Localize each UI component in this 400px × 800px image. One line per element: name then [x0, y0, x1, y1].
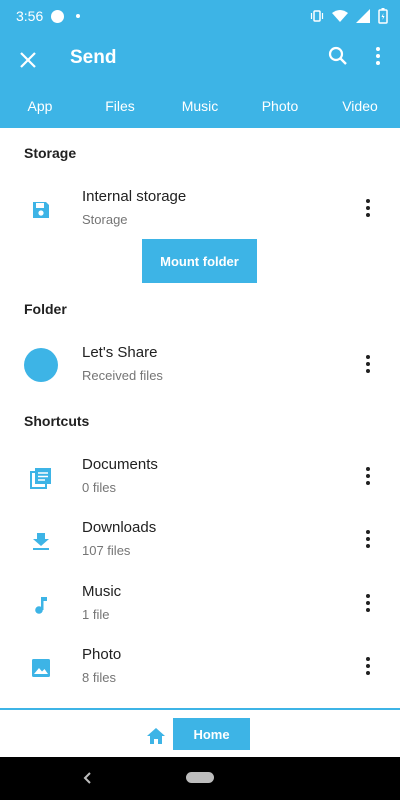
app-bar: Send App Files Music Photo Video	[0, 32, 400, 128]
item-primary-text: Internal storage	[82, 188, 187, 205]
system-nav-bar	[0, 757, 400, 800]
tab-app[interactable]: App	[0, 92, 80, 122]
section-title-shortcuts: Shortcuts	[24, 413, 90, 429]
list-item-downloads[interactable]: Downloads 107 files	[0, 511, 400, 569]
status-time: 3:56	[16, 8, 44, 24]
item-secondary-text: Storage	[82, 212, 128, 227]
signal-icon	[356, 9, 370, 23]
tab-bar: App Files Music Photo Video	[0, 92, 400, 122]
sd-storage-icon	[26, 195, 56, 225]
close-icon[interactable]	[14, 46, 42, 74]
documents-icon	[26, 463, 56, 493]
vibrate-icon	[310, 10, 324, 22]
item-primary-text: Photo	[82, 646, 122, 663]
folder-avatar-icon	[24, 348, 58, 382]
home-icon[interactable]	[146, 726, 166, 746]
item-menu-icon[interactable]	[356, 352, 380, 376]
list-item-lets-share[interactable]: Let's Share Received files	[0, 336, 400, 394]
back-icon[interactable]	[80, 770, 96, 786]
item-menu-icon[interactable]	[356, 654, 380, 678]
home-button[interactable]: Home	[173, 718, 250, 750]
home-pill-icon[interactable]	[186, 772, 214, 783]
list-item-documents[interactable]: Documents 0 files	[0, 448, 400, 506]
tab-video[interactable]: Video	[320, 92, 400, 122]
item-menu-icon[interactable]	[356, 196, 380, 220]
photo-icon	[26, 653, 56, 683]
item-menu-icon[interactable]	[356, 464, 380, 488]
item-menu-icon[interactable]	[356, 591, 380, 615]
list-item-music[interactable]: Music 1 file	[0, 575, 400, 633]
battery-icon	[378, 8, 388, 24]
music-note-icon	[26, 590, 56, 620]
notification-dot-icon	[76, 14, 81, 18]
notification-icon	[51, 9, 65, 23]
tab-music[interactable]: Music	[160, 92, 240, 122]
more-options-icon[interactable]	[366, 44, 390, 68]
status-icons	[310, 8, 388, 24]
list-item-internal-storage[interactable]: Internal storage Storage	[0, 180, 400, 238]
item-secondary-text: 0 files	[82, 480, 116, 495]
mount-folder-button[interactable]: Mount folder	[142, 239, 257, 283]
tab-files[interactable]: Files	[80, 92, 160, 122]
item-primary-text: Downloads	[82, 519, 157, 536]
item-secondary-text: Received files	[82, 368, 163, 383]
item-primary-text: Music	[82, 583, 122, 600]
search-icon[interactable]	[326, 44, 350, 68]
bottom-bar: Home	[0, 708, 400, 757]
item-secondary-text: 8 files	[82, 670, 116, 685]
item-primary-text: Let's Share	[82, 344, 158, 361]
download-icon	[26, 526, 56, 556]
section-title-folder: Folder	[24, 301, 67, 317]
list-item-photo[interactable]: Photo 8 files	[0, 638, 400, 696]
item-secondary-text: 1 file	[82, 607, 110, 622]
section-title-storage: Storage	[24, 145, 77, 161]
item-menu-icon[interactable]	[356, 527, 380, 551]
status-bar: 3:56	[0, 0, 400, 32]
item-secondary-text: 107 files	[82, 543, 131, 558]
tab-photo[interactable]: Photo	[240, 92, 320, 122]
page-title: Send	[70, 47, 117, 68]
item-primary-text: Documents	[82, 456, 158, 473]
wifi-icon	[332, 10, 348, 22]
